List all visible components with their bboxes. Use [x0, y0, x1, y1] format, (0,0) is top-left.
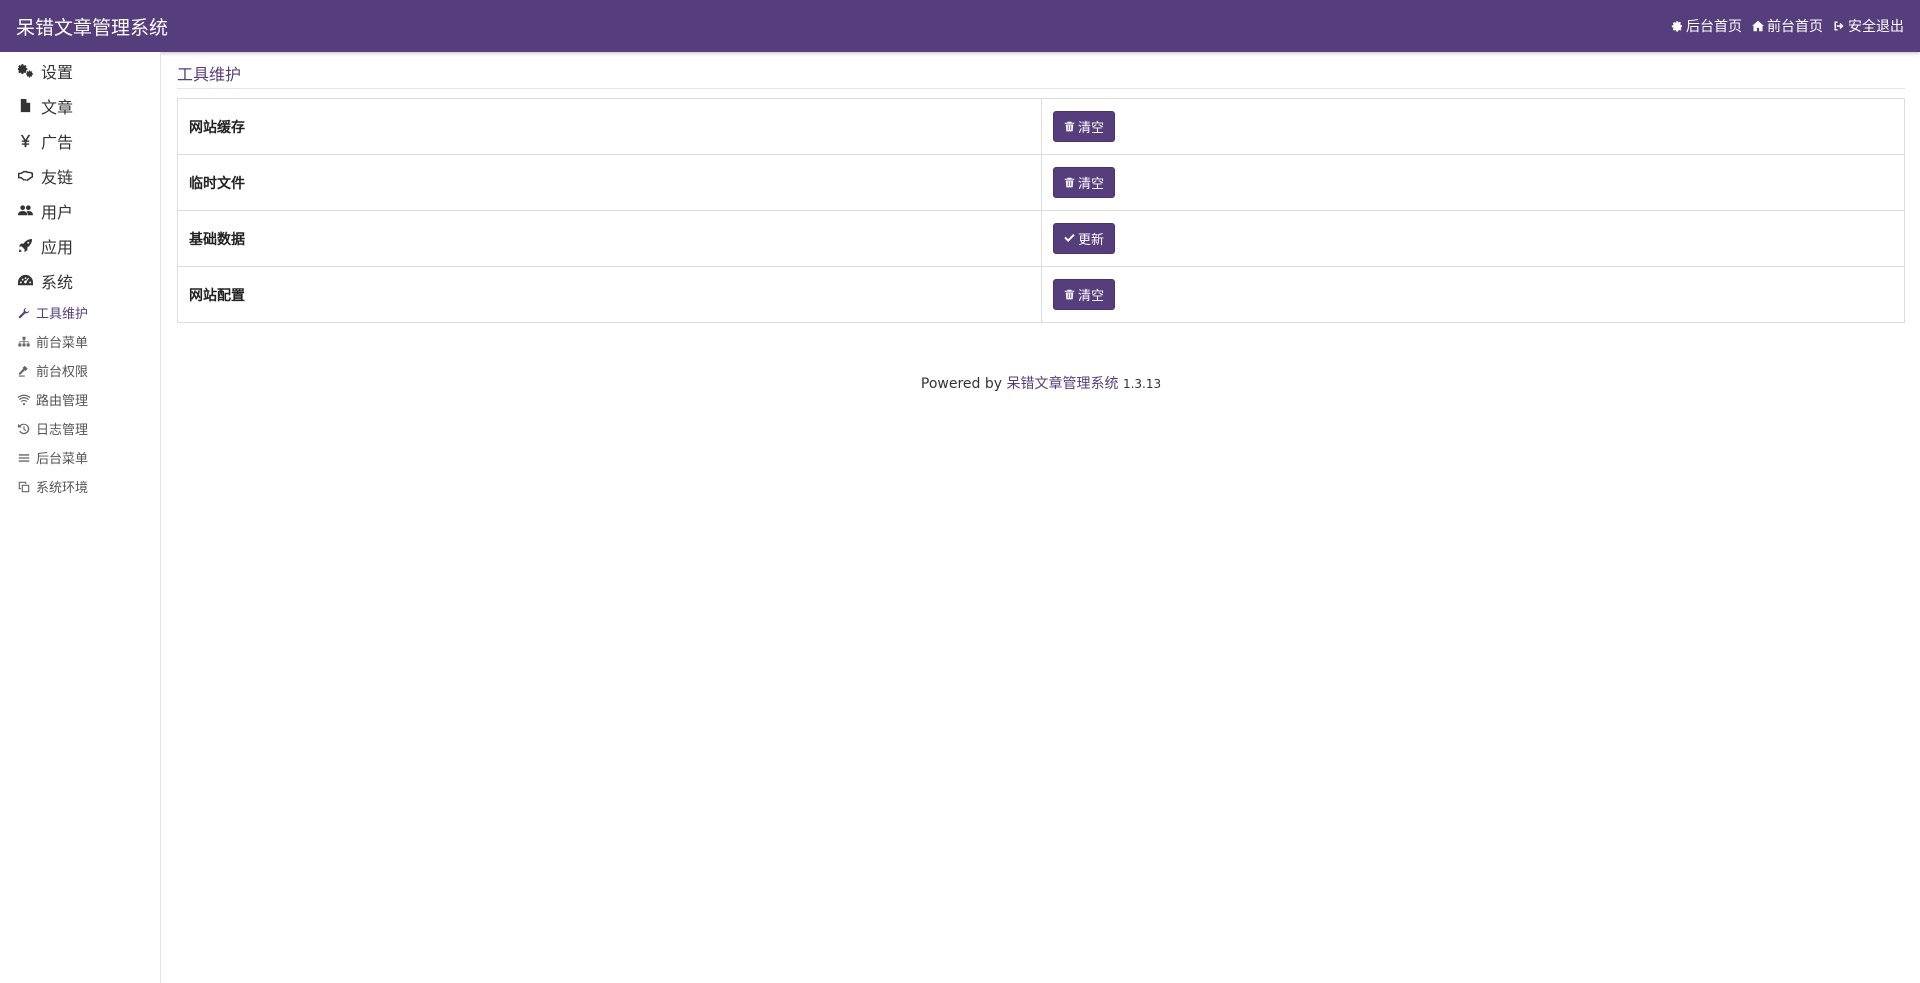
tool-name: 网站配置 — [177, 266, 1042, 323]
clear-temp-button[interactable]: 清空 — [1053, 167, 1116, 198]
yen-icon — [17, 133, 33, 149]
table-row: 临时文件 清空 — [177, 154, 1905, 211]
tool-action-cell: 清空 — [1041, 266, 1905, 323]
file-icon — [17, 98, 33, 114]
sidebar-subitem-routes[interactable]: 路由管理 — [0, 385, 160, 414]
sidebar-subitem-logs[interactable]: 日志管理 — [0, 414, 160, 443]
table-row: 网站缓存 清空 — [177, 98, 1905, 155]
check-icon — [1064, 234, 1075, 242]
sidebar-item-users[interactable]: 用户 — [0, 193, 160, 228]
dashboard-icon — [17, 273, 33, 289]
sidebar-item-label: 友链 — [41, 167, 74, 187]
sidebar-subitem-label: 系统环境 — [36, 481, 89, 496]
button-label: 清空 — [1078, 121, 1105, 136]
admin-home-label: 后台首页 — [1686, 19, 1742, 35]
gears-icon — [17, 63, 33, 79]
top-nav: 后台首页 前台首页 安全退出 — [1671, 16, 1904, 36]
tool-name: 临时文件 — [177, 154, 1042, 211]
sidebar-item-label: 用户 — [41, 202, 74, 222]
tool-action-cell: 清空 — [1041, 98, 1905, 155]
clone-icon — [17, 480, 31, 494]
sidebar-item-article[interactable]: 文章 — [0, 88, 160, 123]
sidebar-item-label: 应用 — [41, 237, 74, 257]
table-row: 基础数据 更新 — [177, 210, 1905, 267]
tool-name: 网站缓存 — [177, 98, 1042, 155]
tool-action-cell: 清空 — [1041, 154, 1905, 211]
tool-action-cell: 更新 — [1041, 210, 1905, 267]
history-icon — [17, 422, 31, 436]
button-label: 清空 — [1078, 289, 1105, 304]
users-icon — [17, 203, 33, 219]
handshake-icon — [17, 168, 33, 184]
tool-name: 基础数据 — [177, 210, 1042, 267]
sidebar-subitem-label: 前台菜单 — [36, 336, 89, 351]
footer: Powered by 呆错文章管理系统 1.3.13 — [177, 373, 1905, 393]
bars-icon — [17, 451, 31, 465]
wifi-icon — [17, 393, 31, 407]
sitemap-icon — [17, 335, 31, 349]
logout-label: 安全退出 — [1848, 19, 1904, 35]
clear-cache-button[interactable]: 清空 — [1053, 111, 1116, 142]
sidebar-item-label: 设置 — [41, 62, 74, 82]
clear-config-button[interactable]: 清空 — [1053, 279, 1116, 310]
sidebar-item-ads[interactable]: 广告 — [0, 123, 160, 158]
top-navbar: 呆错文章管理系统 后台首页 前台首页 安全退出 — [0, 0, 1920, 52]
gear-icon — [1671, 21, 1682, 32]
sidebar-subitem-label: 后台菜单 — [36, 452, 89, 467]
brand-title[interactable]: 呆错文章管理系统 — [16, 13, 168, 40]
sidebar: 设置 文章 广告 友链 用户 应用 系统 工具维护 前台菜单 前台权限 路由管理 — [0, 52, 161, 983]
sidebar-subitem-label: 路由管理 — [36, 394, 89, 409]
gavel-icon — [17, 364, 31, 378]
sidebar-item-apps[interactable]: 应用 — [0, 228, 160, 263]
rocket-icon — [17, 238, 33, 254]
sidebar-subitem-front-permission[interactable]: 前台权限 — [0, 356, 160, 385]
sidebar-subitem-front-menu[interactable]: 前台菜单 — [0, 327, 160, 356]
admin-home-link[interactable]: 后台首页 — [1671, 16, 1742, 36]
update-data-button[interactable]: 更新 — [1053, 223, 1116, 254]
sidebar-item-label: 广告 — [41, 132, 74, 152]
footer-link[interactable]: 呆错文章管理系统 — [1006, 376, 1118, 392]
button-label: 清空 — [1078, 177, 1105, 192]
sign-out-icon — [1834, 21, 1844, 31]
sidebar-item-label: 文章 — [41, 97, 74, 117]
sidebar-item-links[interactable]: 友链 — [0, 158, 160, 193]
sidebar-item-settings[interactable]: 设置 — [0, 53, 160, 88]
front-home-link[interactable]: 前台首页 — [1752, 16, 1823, 36]
trash-icon — [1064, 289, 1075, 300]
sidebar-item-label: 系统 — [41, 272, 74, 292]
front-home-label: 前台首页 — [1767, 19, 1823, 35]
page-title: 工具维护 — [177, 52, 1905, 89]
trash-icon — [1064, 177, 1075, 188]
sidebar-item-system[interactable]: 系统 — [0, 263, 160, 298]
sidebar-subitem-label: 日志管理 — [36, 423, 89, 438]
home-icon — [1752, 20, 1764, 32]
main-content: 工具维护 网站缓存 清空 临时文件 清空 基础数据 更新 网站配置 清空 Pow… — [177, 52, 1905, 393]
sidebar-subitem-admin-menu[interactable]: 后台菜单 — [0, 443, 160, 472]
version-text: 1.3.13 — [1122, 377, 1162, 391]
sidebar-subitem-environment[interactable]: 系统环境 — [0, 472, 160, 501]
tools-table: 网站缓存 清空 临时文件 清空 基础数据 更新 网站配置 清空 — [177, 98, 1905, 323]
trash-icon — [1064, 121, 1075, 132]
powered-by-text: Powered by — [920, 376, 1003, 392]
wrench-icon — [17, 306, 31, 320]
sidebar-subitem-tools[interactable]: 工具维护 — [0, 298, 160, 327]
sidebar-subitem-label: 前台权限 — [36, 365, 89, 380]
sidebar-subitem-label: 工具维护 — [36, 307, 89, 322]
button-label: 更新 — [1078, 233, 1105, 248]
logout-link[interactable]: 安全退出 — [1833, 16, 1904, 36]
table-row: 网站配置 清空 — [177, 266, 1905, 323]
